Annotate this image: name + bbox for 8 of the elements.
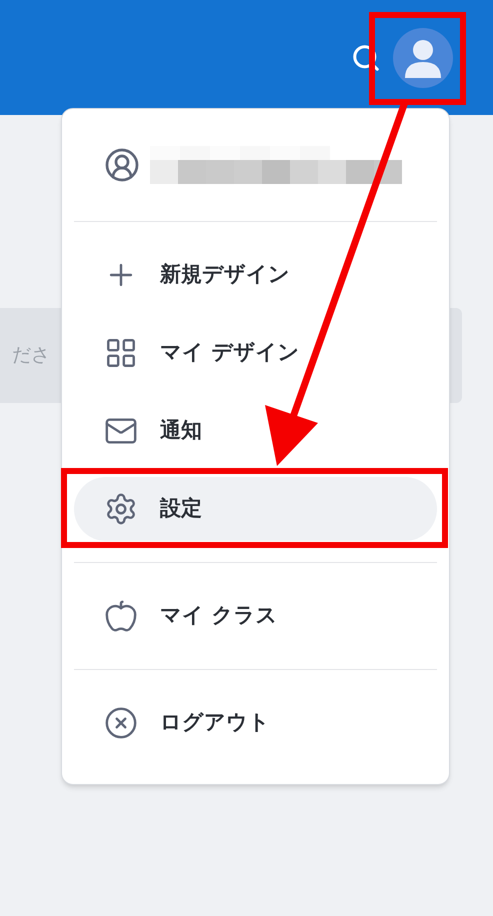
search-icon[interactable]: [351, 42, 381, 72]
apple-icon: [104, 599, 138, 633]
menu-item[interactable]: 設定: [74, 477, 437, 541]
avatar-icon[interactable]: [393, 28, 453, 88]
grid-icon: [104, 336, 138, 370]
settings-icon: [104, 492, 138, 526]
close-circle-icon: [104, 706, 138, 740]
user-icon: [104, 147, 140, 183]
